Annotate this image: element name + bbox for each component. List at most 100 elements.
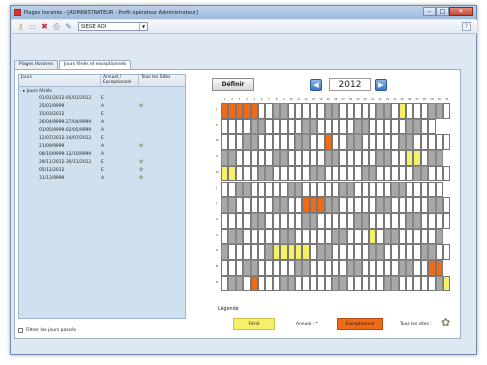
calendar-day[interactable]: [324, 275, 332, 292]
calendar-day[interactable]: [398, 197, 406, 213]
calendar-day[interactable]: [413, 228, 421, 245]
calendar-day[interactable]: [339, 103, 347, 119]
calendar-day[interactable]: [221, 212, 229, 229]
calendar-day[interactable]: [250, 134, 258, 151]
list-item[interactable]: 29/11/2012-30/11/2012 E ✿: [19, 158, 185, 166]
calendar-day[interactable]: [324, 197, 332, 213]
calendar-day[interactable]: [376, 181, 384, 198]
calendar-day[interactable]: [369, 197, 377, 213]
calendar-day[interactable]: [413, 275, 421, 292]
calendar-day[interactable]: [369, 103, 377, 119]
calendar-day[interactable]: [324, 118, 332, 135]
calendar-day[interactable]: [243, 275, 251, 292]
calendar-day[interactable]: [324, 228, 332, 245]
calendar-day[interactable]: [272, 134, 281, 151]
calendar-day[interactable]: [302, 181, 310, 198]
calendar-day[interactable]: [258, 181, 266, 198]
calendar-day[interactable]: [435, 275, 443, 292]
calendar-day[interactable]: [309, 244, 318, 260]
calendar-day[interactable]: [280, 244, 288, 260]
calendar-day[interactable]: [324, 181, 332, 198]
calendar-day[interactable]: [221, 118, 229, 135]
calendar-day[interactable]: [420, 103, 429, 119]
calendar-day[interactable]: [287, 165, 295, 182]
calendar-day[interactable]: [280, 260, 288, 276]
calendar-day[interactable]: [376, 228, 384, 245]
calendar-day[interactable]: [420, 134, 429, 151]
calendar-day[interactable]: [398, 165, 406, 182]
calendar-day[interactable]: [391, 212, 399, 229]
calendar-day[interactable]: [309, 103, 318, 119]
calendar-day[interactable]: [228, 275, 236, 292]
calendar-day[interactable]: [346, 244, 355, 260]
minimize-button[interactable]: –: [423, 7, 436, 16]
calendar-day[interactable]: [346, 197, 355, 213]
calendar-day[interactable]: [295, 244, 303, 260]
calendar-day[interactable]: [287, 212, 295, 229]
calendar-day[interactable]: [295, 212, 303, 229]
list-item[interactable]: 15/03/2012 E: [19, 110, 185, 118]
calendar-day[interactable]: [435, 165, 443, 182]
calendar-day[interactable]: [235, 228, 244, 245]
calendar-day[interactable]: [369, 228, 377, 245]
calendar-day[interactable]: [332, 228, 340, 245]
calendar-day[interactable]: [295, 103, 303, 119]
calendar-day[interactable]: [420, 197, 429, 213]
calendar-day[interactable]: [221, 165, 229, 182]
maximize-button[interactable]: □: [436, 7, 449, 16]
calendar-day[interactable]: [428, 275, 436, 292]
calendar-day[interactable]: [265, 244, 273, 260]
calendar-day[interactable]: [302, 165, 310, 182]
calendar-day[interactable]: [376, 134, 384, 151]
calendar-day[interactable]: [354, 212, 362, 229]
calendar-day[interactable]: [383, 244, 392, 260]
calendar-day[interactable]: [383, 150, 392, 166]
calendar-day[interactable]: [228, 118, 236, 135]
calendar-day[interactable]: [235, 150, 244, 166]
calendar-day[interactable]: [287, 134, 295, 151]
calendar-day[interactable]: [302, 134, 310, 151]
calendar-day[interactable]: [369, 150, 377, 166]
calendar-day[interactable]: [383, 275, 392, 292]
calendar-day[interactable]: [324, 103, 332, 119]
calendar-day[interactable]: [354, 244, 362, 260]
calendar-day[interactable]: [406, 150, 414, 166]
calendar-day[interactable]: [287, 275, 295, 292]
calendar-day[interactable]: [302, 150, 310, 166]
calendar-day[interactable]: [376, 118, 384, 135]
calendar-day[interactable]: [317, 150, 325, 166]
list-item[interactable]: 12/07/2012-14/07/2012 E: [19, 134, 185, 142]
calendar-day[interactable]: [280, 197, 288, 213]
calendar-day[interactable]: [332, 212, 340, 229]
calendar-day[interactable]: [302, 244, 310, 260]
calendar-day[interactable]: [428, 197, 436, 213]
calendar-day[interactable]: [413, 212, 421, 229]
calendar-day[interactable]: [280, 103, 288, 119]
calendar-day[interactable]: [228, 134, 236, 151]
calendar-day[interactable]: [428, 260, 436, 276]
calendar-day[interactable]: [221, 197, 229, 213]
calendar-day[interactable]: [435, 212, 443, 229]
calendar-day[interactable]: [354, 228, 362, 245]
calendar-day[interactable]: [361, 181, 369, 198]
calendar-day[interactable]: [317, 103, 325, 119]
calendar-day[interactable]: [309, 150, 318, 166]
calendar-day[interactable]: [272, 103, 281, 119]
calendar-day[interactable]: [383, 197, 392, 213]
calendar-day[interactable]: [228, 197, 236, 213]
calendar-day[interactable]: [435, 103, 443, 119]
calendar-day[interactable]: [272, 260, 281, 276]
calendar-day[interactable]: [413, 150, 421, 166]
calendar-day[interactable]: [280, 118, 288, 135]
calendar-day[interactable]: [228, 212, 236, 229]
calendar-day[interactable]: [243, 165, 251, 182]
calendar-day[interactable]: [250, 118, 258, 135]
calendar-day[interactable]: [243, 118, 251, 135]
calendar-day[interactable]: [376, 260, 384, 276]
calendar-day[interactable]: [280, 275, 288, 292]
calendar-day[interactable]: [235, 103, 244, 119]
filter-option[interactable]: Filtrer les jours passés: [18, 328, 76, 333]
calendar-day[interactable]: [265, 181, 273, 198]
calendar-day[interactable]: [383, 165, 392, 182]
calendar-day[interactable]: [391, 197, 399, 213]
